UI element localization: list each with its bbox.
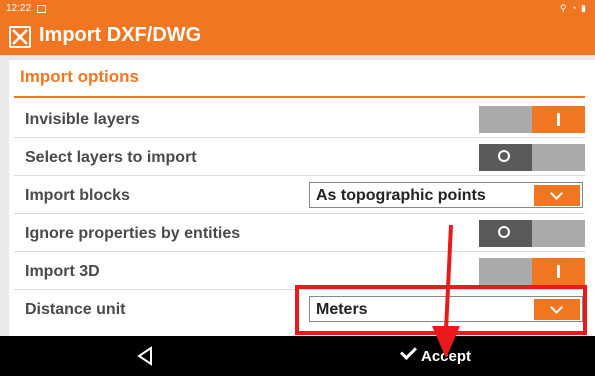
annotation-arrow <box>432 224 460 358</box>
